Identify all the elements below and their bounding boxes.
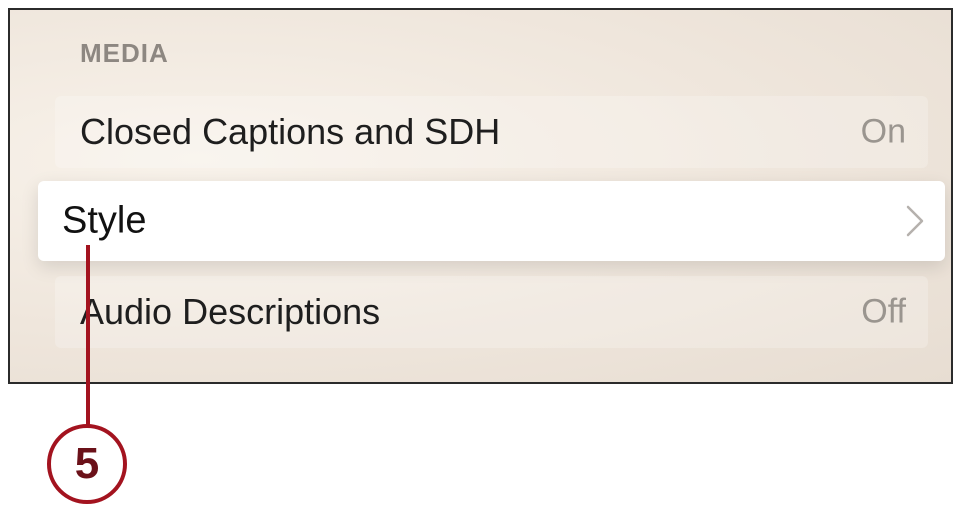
audio-descriptions-row[interactable]: Audio Descriptions Off	[55, 276, 928, 348]
style-row[interactable]: Style	[38, 181, 945, 261]
style-label: Style	[62, 199, 147, 242]
audio-descriptions-value: Off	[861, 292, 906, 331]
callout-line	[86, 245, 90, 427]
section-header-media: MEDIA	[80, 38, 169, 68]
closed-captions-value: On	[860, 112, 906, 151]
callout-number: 5	[74, 439, 100, 488]
callout-marker: 5	[47, 424, 127, 504]
closed-captions-row[interactable]: Closed Captions and SDH On	[55, 96, 928, 168]
audio-descriptions-label: Audio Descriptions	[80, 291, 381, 332]
settings-screen: MEDIA Closed Captions and SDH On Style A…	[8, 8, 953, 384]
chevron-right-icon	[906, 205, 924, 237]
closed-captions-label: Closed Captions and SDH	[80, 111, 501, 152]
